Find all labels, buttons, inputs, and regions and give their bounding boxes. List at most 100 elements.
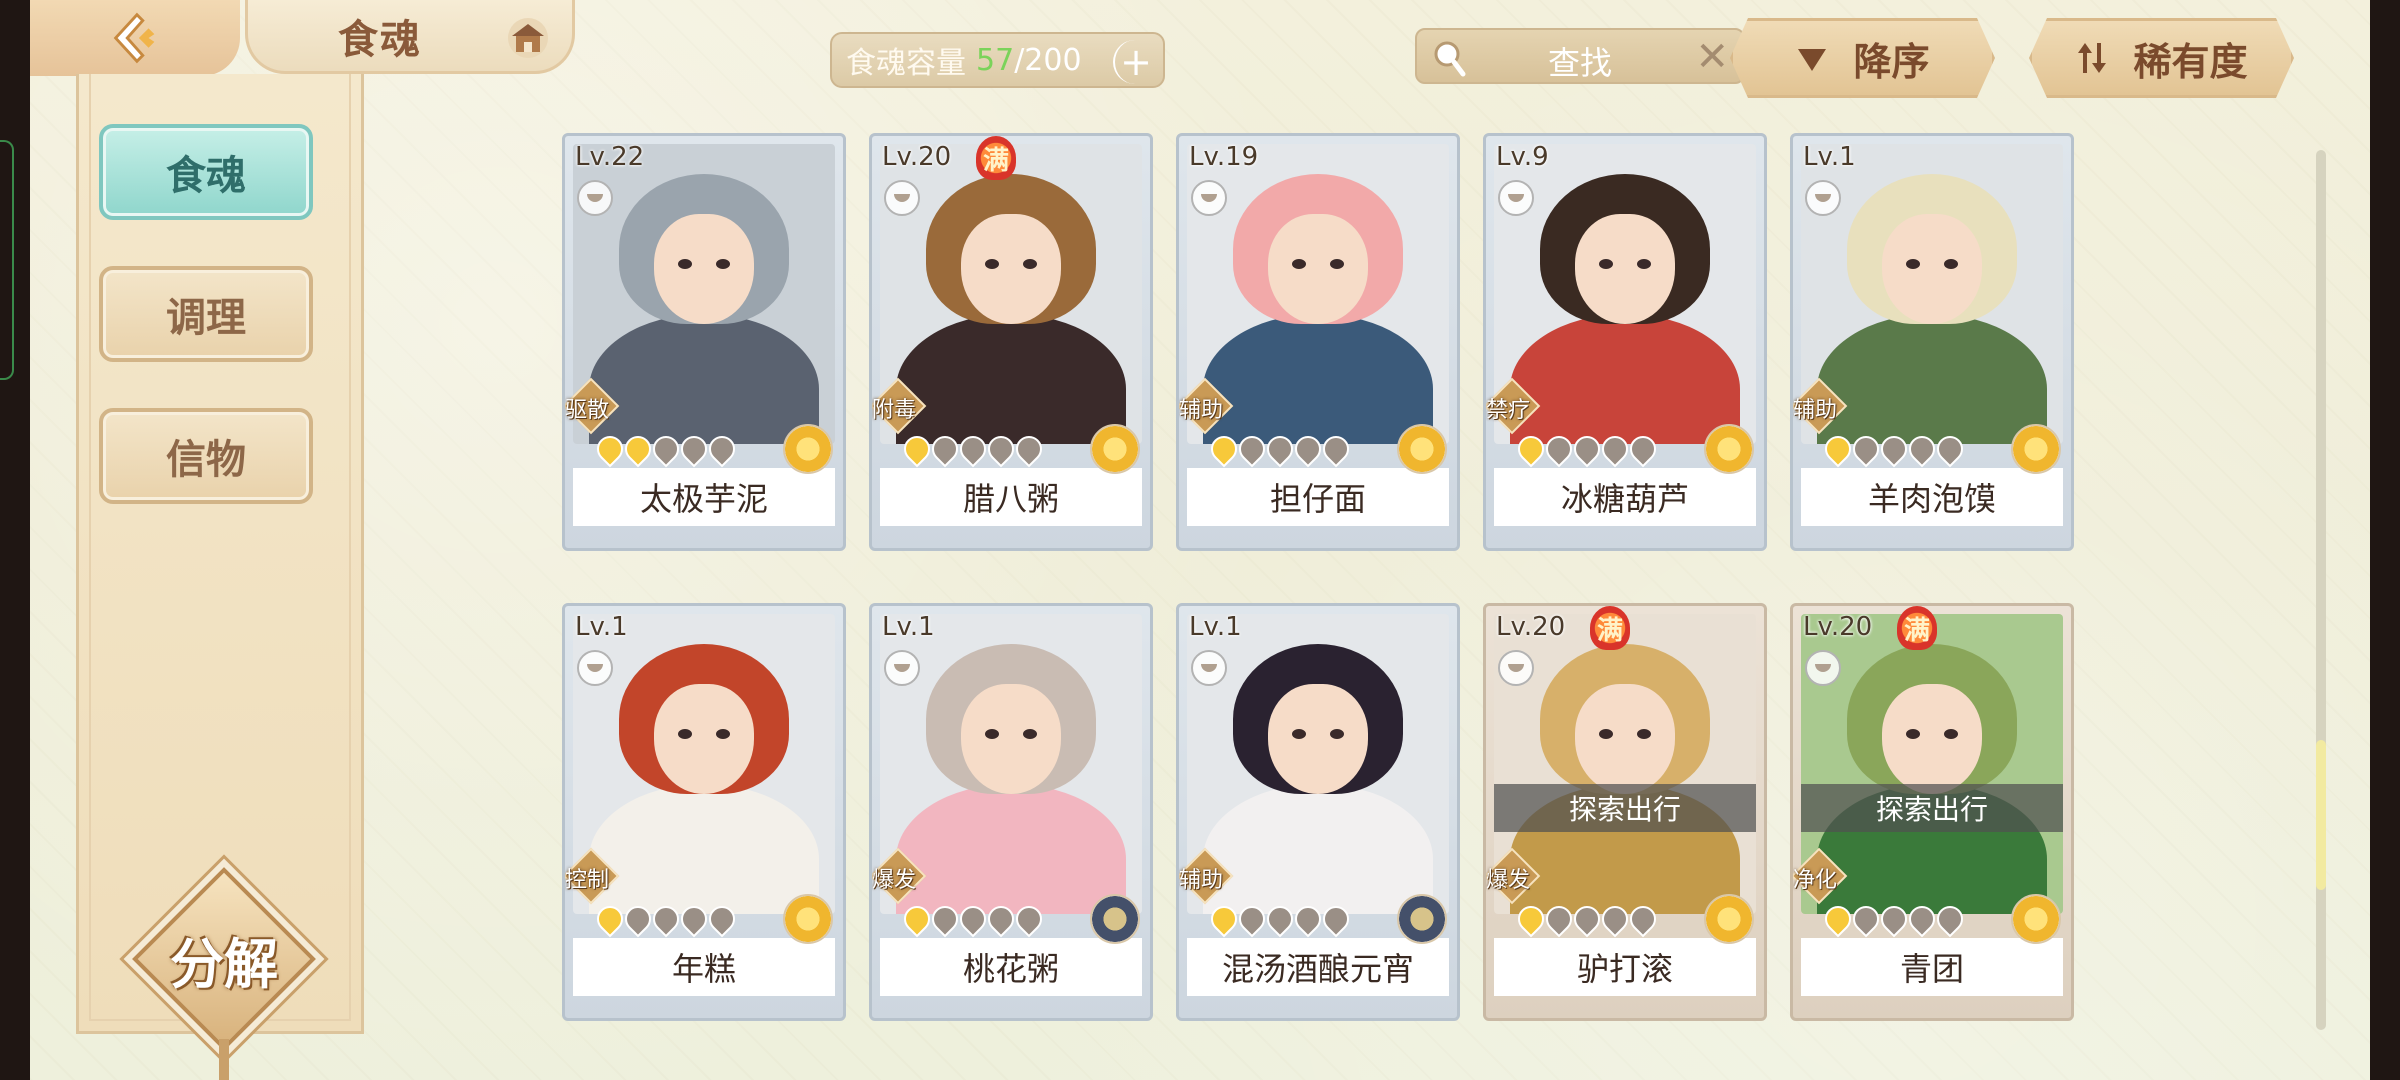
capacity-current: 57 [976, 42, 1015, 78]
rarity-flower-icon [1397, 424, 1447, 474]
scrollbar-thumb[interactable] [2316, 740, 2326, 890]
food-soul-card[interactable]: Lv.19 辅助 担仔面 [1176, 133, 1460, 551]
portrait-eye [1292, 729, 1306, 739]
search-input[interactable]: 查找 ✕ [1415, 28, 1745, 84]
star-icon [1847, 900, 1885, 938]
sort-order-button[interactable]: 降序 [1730, 18, 1995, 98]
star-rating [898, 430, 1048, 468]
portrait-eye [985, 259, 999, 269]
portrait-eye [1906, 259, 1920, 269]
star-icon [926, 900, 964, 938]
star-icon [982, 900, 1020, 938]
role-label: 爆发 [872, 868, 917, 893]
role-label: 驱散 [565, 398, 610, 423]
scrollbar[interactable] [2316, 150, 2326, 1030]
bowl-icon [1805, 180, 1841, 216]
tab-cooking[interactable]: 调理 [99, 266, 313, 362]
home-icon[interactable] [504, 14, 552, 62]
star-icon [954, 900, 992, 938]
star-icon [1819, 430, 1857, 468]
star-icon [1875, 430, 1913, 468]
food-soul-card[interactable]: Lv.20 满 附毒 腊八粥 [869, 133, 1153, 551]
rarity-flower-icon [783, 894, 833, 944]
triangle-down-icon [1795, 41, 1829, 75]
star-icon [1317, 430, 1355, 468]
portrait-eye [985, 729, 999, 739]
rarity-flower-icon [1704, 894, 1754, 944]
portrait-eye [1330, 259, 1344, 269]
food-soul-card[interactable]: Lv.1 辅助 混汤酒酿元宵 [1176, 603, 1460, 1021]
level-label: Lv.20 [1496, 612, 1566, 642]
star-icon [675, 900, 713, 938]
star-icon [1931, 430, 1969, 468]
sort-by-button[interactable]: 稀有度 [2029, 18, 2294, 98]
star-icon [1568, 900, 1606, 938]
star-icon [1261, 430, 1299, 468]
tab-food-soul[interactable]: 食魂 [99, 124, 313, 220]
star-icon [703, 900, 741, 938]
food-soul-card[interactable]: Lv.20 满 探索出行 爆发 驴打滚 [1483, 603, 1767, 1021]
capacity-label: 食魂容量 [846, 46, 966, 81]
clear-icon[interactable]: ✕ [1695, 34, 1729, 80]
star-icon [1512, 900, 1550, 938]
portrait-body [1203, 784, 1433, 914]
star-icon [1540, 900, 1578, 938]
star-icon [591, 900, 629, 938]
star-rating [1205, 900, 1355, 938]
food-soul-card[interactable]: Lv.1 控制 年糕 [562, 603, 846, 1021]
level-label: Lv.1 [882, 612, 935, 642]
card-name: 混汤酒酿元宵 [1187, 938, 1449, 996]
bowl-icon [1498, 180, 1534, 216]
portrait-face [961, 214, 1061, 324]
role-label: 净化 [1793, 868, 1838, 893]
star-icon [675, 430, 713, 468]
title-tab: 食魂 [245, 0, 575, 74]
portrait-eye [1599, 259, 1613, 269]
star-icon [1568, 430, 1606, 468]
capacity-max: /200 [1014, 42, 1082, 78]
page-title: 食魂 [338, 15, 422, 63]
capacity-add-button[interactable]: + [1113, 40, 1157, 84]
bowl-icon [577, 650, 613, 686]
star-rating [591, 900, 741, 938]
card-name: 太极芋泥 [573, 468, 835, 526]
role-badge: 辅助 [1179, 377, 1234, 435]
food-soul-card[interactable]: Lv.1 辅助 羊肉泡馍 [1790, 133, 2074, 551]
explore-status: 探索出行 [1494, 784, 1756, 832]
star-icon [1875, 900, 1913, 938]
portrait-face [1268, 214, 1368, 324]
tab-food-soul-label: 食魂 [166, 152, 246, 199]
portrait-face [654, 684, 754, 794]
sort-by-label: 稀有度 [2133, 38, 2248, 84]
role-badge: 辅助 [1179, 847, 1234, 905]
card-name: 冰糖葫芦 [1494, 468, 1756, 526]
bowl-icon [884, 180, 920, 216]
tab-token[interactable]: 信物 [99, 408, 313, 504]
star-icon [1261, 900, 1299, 938]
star-icon [1624, 900, 1662, 938]
portrait-face [1575, 684, 1675, 794]
food-soul-card[interactable]: Lv.1 爆发 桃花粥 [869, 603, 1153, 1021]
star-icon [703, 430, 741, 468]
star-rating [591, 430, 741, 468]
level-label: Lv.20 [1803, 612, 1873, 642]
star-icon [1903, 900, 1941, 938]
rarity-flower-icon [1397, 894, 1447, 944]
food-soul-card[interactable]: Lv.9 禁疗 冰糖葫芦 [1483, 133, 1767, 551]
food-soul-card[interactable]: Lv.22 驱散 太极芋泥 [562, 133, 846, 551]
edge-indicator [0, 140, 14, 380]
role-badge: 禁疗 [1486, 377, 1541, 435]
decompose-button[interactable]: 分解 [132, 867, 316, 1080]
food-soul-card[interactable]: Lv.20 满 探索出行 净化 青团 [1790, 603, 2074, 1021]
role-badge: 净化 [1793, 847, 1848, 905]
portrait-eye [1944, 729, 1958, 739]
portrait-face [961, 684, 1061, 794]
card-name: 腊八粥 [880, 468, 1142, 526]
star-icon [1010, 900, 1048, 938]
star-icon [1596, 900, 1634, 938]
portrait-eye [1944, 259, 1958, 269]
rarity-flower-icon [2011, 894, 2061, 944]
star-icon [1624, 430, 1662, 468]
star-rating [898, 900, 1048, 938]
back-button[interactable] [30, 0, 240, 76]
